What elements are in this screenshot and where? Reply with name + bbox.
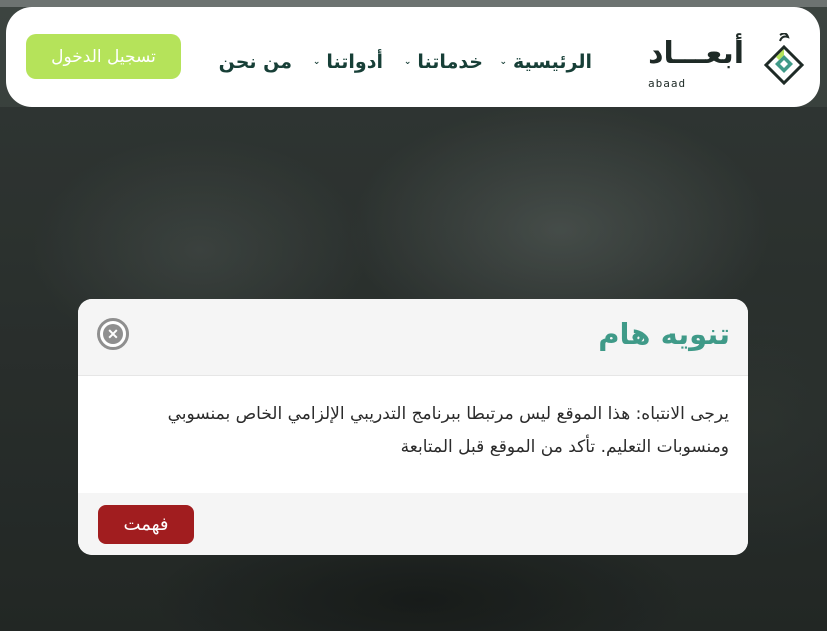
modal-header: تنويه هام ✕	[78, 299, 748, 376]
nav-item-label: خدماتنا	[417, 51, 483, 73]
modal-message: يرجى الانتباه: هذا الموقع ليس مرتبطا ببر…	[167, 404, 729, 457]
chevron-down-icon: ⌄	[312, 57, 321, 67]
site-header: أبعـــاد abaad الرئيسية ⌄ خدماتنا ⌄ أدوا…	[6, 7, 820, 107]
nav-item-tools[interactable]: أدواتنا ⌄	[313, 51, 383, 73]
nav-item-label: الرئيسية	[513, 51, 592, 73]
close-button[interactable]: ✕	[97, 318, 129, 350]
nav-item-services[interactable]: خدماتنا ⌄	[404, 51, 483, 73]
login-button[interactable]: تسجيل الدخول	[26, 34, 181, 79]
modal-body: يرجى الانتباه: هذا الموقع ليس مرتبطا ببر…	[78, 376, 748, 493]
modal-title: تنويه هام	[598, 317, 730, 351]
nav-item-label: من نحن	[218, 51, 292, 73]
nav-item-about[interactable]: من نحن	[219, 51, 292, 73]
nav-item-home[interactable]: الرئيسية ⌄	[499, 51, 592, 73]
nav-item-label: أدواتنا	[326, 51, 383, 73]
chevron-down-icon: ⌄	[403, 57, 412, 67]
confirm-button[interactable]: فهمت	[98, 505, 194, 544]
chevron-down-icon: ⌄	[499, 57, 508, 67]
modal-footer: فهمت	[78, 493, 748, 555]
close-circle-icon: ✕	[103, 324, 123, 344]
browser-top-strip	[0, 0, 827, 7]
notice-modal: تنويه هام ✕ يرجى الانتباه: هذا الموقع لي…	[78, 299, 748, 555]
